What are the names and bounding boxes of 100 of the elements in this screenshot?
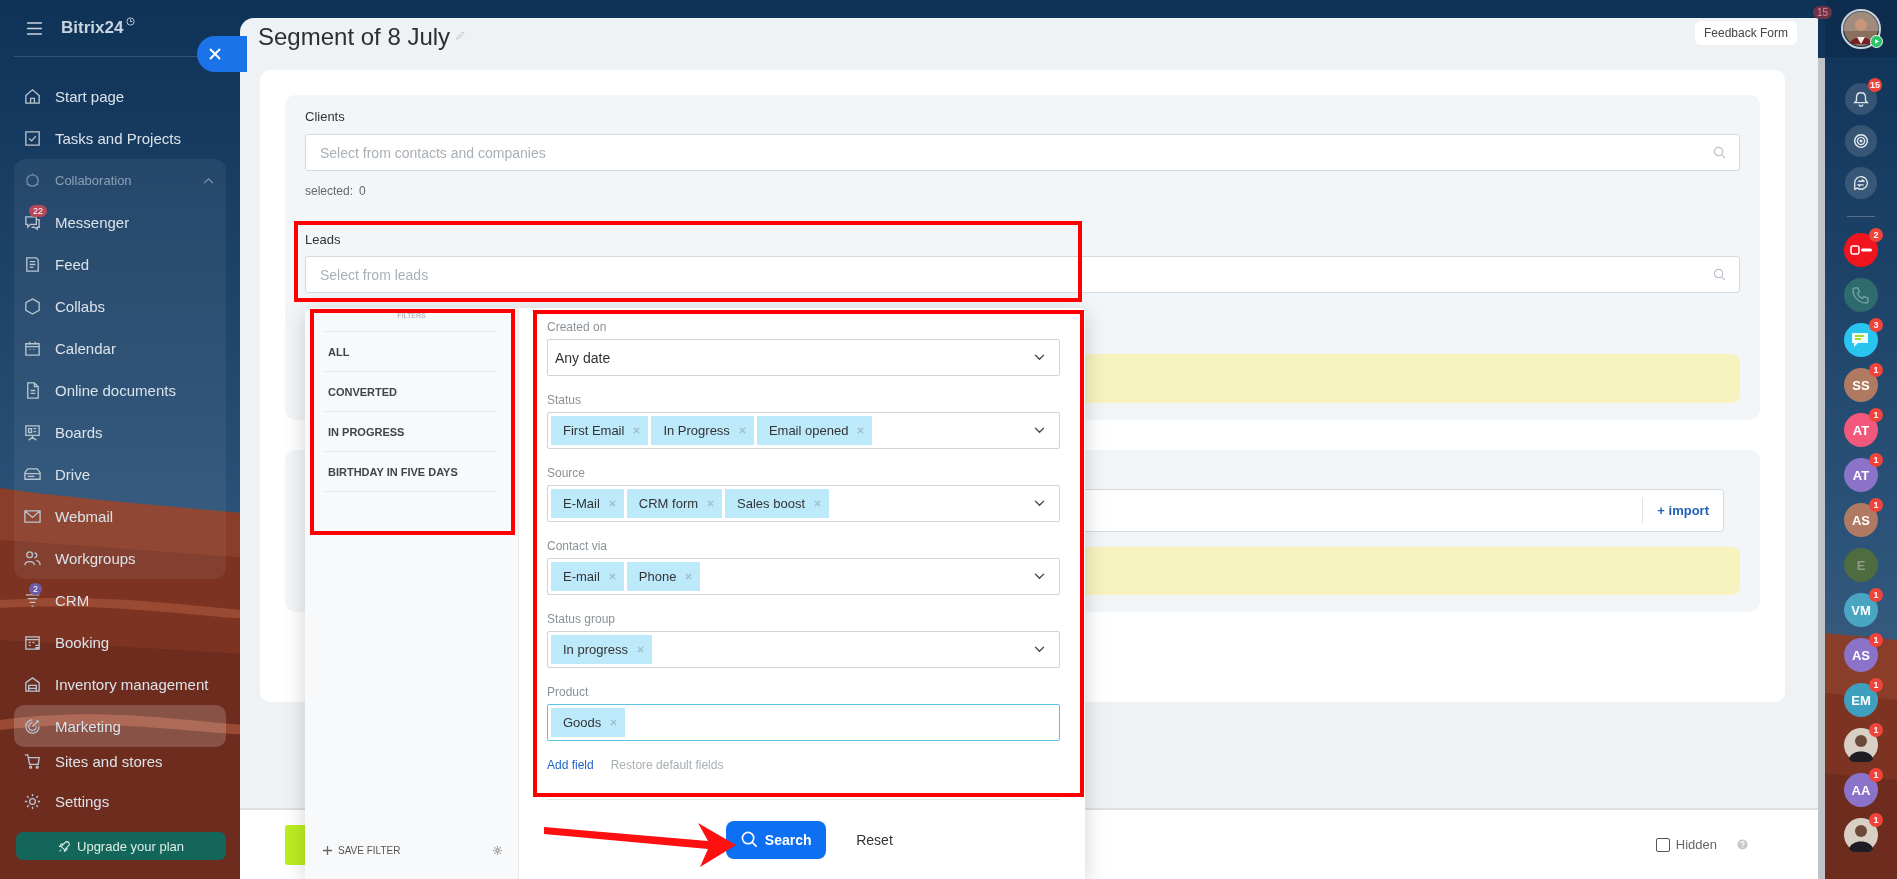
logo-text[interactable]: Bitrix24 bbox=[61, 18, 124, 38]
field-label: Clients bbox=[305, 110, 346, 124]
remove-icon[interactable] bbox=[608, 573, 616, 580]
search-field[interactable]: Select from contacts and companies bbox=[305, 134, 1740, 171]
chat-arrows-button[interactable] bbox=[1845, 167, 1877, 199]
field-label: Created on bbox=[547, 319, 608, 336]
tag-field[interactable]: E-mail Phone bbox=[547, 558, 1060, 595]
save-filter-button[interactable]: SAVE FILTER bbox=[323, 845, 401, 856]
tag: Email opened bbox=[756, 416, 873, 445]
chat-icon[interactable] bbox=[1844, 323, 1878, 357]
plus-icon bbox=[323, 846, 332, 855]
search-field[interactable]: Select from leads bbox=[305, 256, 1740, 293]
menu-item[interactable]: Drive bbox=[14, 453, 226, 495]
menu-item[interactable]: Booking bbox=[14, 621, 226, 663]
tag-field[interactable]: E-Mail CRM form Sales boost bbox=[547, 485, 1060, 522]
rocket-icon bbox=[58, 839, 71, 853]
checkbox[interactable] bbox=[1655, 837, 1670, 852]
field-label: Source bbox=[547, 465, 587, 482]
menu-item[interactable]: Tasks and Projects bbox=[14, 117, 226, 159]
search-icon bbox=[740, 831, 758, 848]
filter-preset[interactable]: BIRTHDAY IN FIVE DAYS bbox=[325, 451, 495, 491]
menu-item[interactable]: Feed bbox=[14, 243, 226, 285]
tag: E-Mail bbox=[551, 489, 624, 518]
filter-preset[interactable]: CONVERTED bbox=[325, 371, 495, 411]
warehouse-icon bbox=[23, 674, 42, 694]
chat-arrows-icon bbox=[1852, 174, 1870, 192]
filter-preset[interactable]: ALL bbox=[325, 331, 495, 371]
page-title: Segment of 8 July bbox=[258, 23, 451, 51]
people-icon bbox=[23, 548, 42, 568]
remove-icon[interactable] bbox=[814, 500, 821, 507]
add-field-link[interactable]: Add field bbox=[547, 755, 594, 775]
tag: In Progress bbox=[651, 416, 754, 445]
menu-item[interactable]: Sites and stores bbox=[14, 747, 226, 775]
tag: Sales boost bbox=[725, 489, 829, 518]
tag: In progress bbox=[551, 635, 653, 664]
help-icon[interactable] bbox=[1737, 839, 1748, 850]
logo-icon[interactable] bbox=[1844, 233, 1878, 267]
chevron-icon bbox=[203, 176, 214, 184]
menu-item[interactable]: 22 Messenger bbox=[14, 201, 226, 243]
menu-item[interactable]: Collabs bbox=[14, 285, 226, 327]
house-icon bbox=[23, 86, 42, 106]
field-label: Status group bbox=[547, 611, 617, 628]
settings-icon bbox=[23, 791, 42, 811]
search-icon bbox=[1713, 146, 1726, 159]
upgrade-button[interactable]: Upgrade your plan bbox=[16, 832, 226, 860]
board-icon bbox=[23, 422, 42, 442]
spiral-button[interactable] bbox=[1845, 125, 1877, 157]
menu-item[interactable]: Start page bbox=[14, 75, 226, 117]
feedback-button[interactable]: Feedback Form bbox=[1694, 21, 1797, 45]
tag-field[interactable]: Goods bbox=[547, 704, 1060, 741]
reset-button[interactable]: Reset bbox=[848, 825, 901, 854]
scrollbar[interactable] bbox=[1818, 58, 1825, 879]
tag: First Email bbox=[551, 416, 649, 445]
menu-item[interactable]: Calendar bbox=[14, 327, 226, 369]
menu-group-header[interactable]: Collaboration bbox=[14, 159, 226, 201]
remove-icon[interactable] bbox=[857, 427, 865, 434]
selected-label: selected: bbox=[305, 184, 354, 198]
close-button[interactable] bbox=[197, 36, 247, 72]
chevron-icon bbox=[1034, 573, 1045, 580]
menu-item[interactable]: Webmail bbox=[14, 495, 226, 537]
remove-icon[interactable] bbox=[610, 719, 618, 726]
remove-icon[interactable] bbox=[637, 646, 645, 653]
clock-icon bbox=[126, 17, 136, 26]
menu-icon[interactable] bbox=[26, 21, 43, 35]
remove-icon[interactable] bbox=[738, 427, 746, 434]
bell-icon bbox=[1852, 90, 1870, 108]
menu-item[interactable]: Settings bbox=[14, 780, 226, 822]
hexagon-icon bbox=[23, 296, 42, 316]
tag: Goods bbox=[551, 708, 626, 737]
dropdown[interactable]: Any date bbox=[547, 339, 1060, 376]
chevron-icon bbox=[1034, 427, 1045, 434]
remove-icon[interactable] bbox=[685, 573, 693, 580]
remove-icon[interactable] bbox=[608, 500, 616, 507]
phone-icon[interactable] bbox=[1844, 278, 1878, 312]
chevron-icon bbox=[1034, 354, 1045, 361]
menu-item[interactable]: 2 CRM bbox=[14, 579, 226, 621]
menu-item[interactable]: Boards bbox=[14, 411, 226, 453]
selected-count: 0 bbox=[359, 184, 366, 198]
feed-icon bbox=[23, 254, 42, 274]
tag: E-mail bbox=[551, 562, 624, 591]
menu-item[interactable]: Marketing bbox=[14, 705, 226, 747]
menu-item[interactable]: Inventory management bbox=[14, 663, 226, 705]
search-icon bbox=[1713, 268, 1726, 281]
menu-item[interactable]: Online documents bbox=[14, 369, 226, 411]
remove-icon[interactable] bbox=[633, 427, 641, 434]
search-button[interactable]: Search bbox=[726, 820, 827, 859]
menu-item[interactable]: Workgroups bbox=[14, 537, 226, 579]
import-link[interactable]: + import bbox=[1657, 503, 1709, 519]
chevron-icon bbox=[1034, 500, 1045, 507]
field-label: Status bbox=[547, 392, 583, 409]
settings-icon[interactable] bbox=[492, 845, 503, 856]
target-icon bbox=[23, 716, 42, 736]
remove-icon[interactable] bbox=[707, 500, 715, 507]
cart-icon bbox=[23, 751, 42, 771]
field-label: Product bbox=[547, 684, 590, 701]
tag-field[interactable]: First Email In Progress Email opened bbox=[547, 412, 1060, 449]
tag-field[interactable]: In progress bbox=[547, 631, 1060, 668]
spiral-icon bbox=[1852, 132, 1870, 150]
filter-preset[interactable]: IN PROGRESS bbox=[325, 411, 495, 451]
chevron-icon bbox=[1034, 646, 1045, 653]
